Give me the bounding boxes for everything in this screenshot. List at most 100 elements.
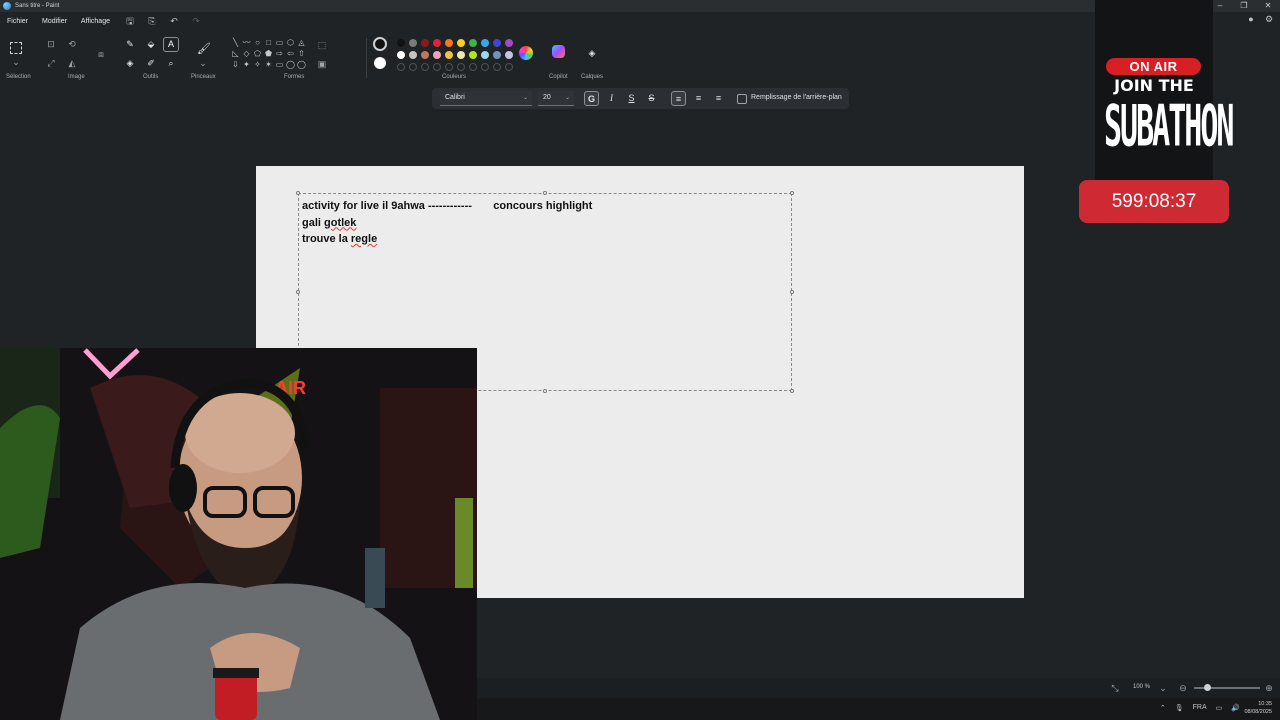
- resize-handle[interactable]: [296, 290, 300, 294]
- shape-option-icon[interactable]: ⇩: [230, 59, 241, 70]
- custom-color-slot[interactable]: [505, 63, 513, 71]
- color-swatch[interactable]: [505, 51, 513, 59]
- custom-color-slot[interactable]: [433, 63, 441, 71]
- settings-icon[interactable]: ⚙: [1264, 14, 1274, 26]
- flip-icon[interactable]: ◭: [66, 57, 78, 69]
- selection-dropdown-icon[interactable]: ⌄: [10, 56, 22, 68]
- layers-icon[interactable]: ◈: [586, 47, 598, 59]
- color-swatch[interactable]: [493, 39, 501, 47]
- chevron-down-icon[interactable]: ⌄: [1157, 682, 1169, 694]
- align-center-button[interactable]: ≡: [691, 91, 706, 106]
- shape-option-icon[interactable]: ⇨: [274, 48, 285, 59]
- zoom-level[interactable]: 100 %: [1133, 684, 1150, 690]
- eraser-icon[interactable]: ◈: [124, 57, 136, 69]
- color-swatch[interactable]: [445, 51, 453, 59]
- menu-fichier[interactable]: Fichier: [0, 18, 35, 25]
- color-swatch[interactable]: [481, 39, 489, 47]
- zoom-out-icon[interactable]: ⊖: [1177, 682, 1189, 694]
- undo-icon[interactable]: ↶: [168, 14, 180, 28]
- color-picker-icon[interactable]: ✐: [145, 57, 157, 69]
- resize-handle[interactable]: [543, 389, 547, 393]
- color-swatch[interactable]: [433, 39, 441, 47]
- bold-button[interactable]: G: [584, 91, 599, 106]
- resize-handle[interactable]: [790, 191, 794, 195]
- volume-icon[interactable]: 🔊: [1231, 704, 1240, 712]
- fit-to-window-icon[interactable]: ⤡: [1109, 682, 1121, 694]
- shape-option-icon[interactable]: ✧: [252, 59, 263, 70]
- align-left-button[interactable]: ≡: [671, 91, 686, 106]
- color-swatch[interactable]: [457, 39, 465, 47]
- custom-color-slot[interactable]: [445, 63, 453, 71]
- shape-option-icon[interactable]: ◯: [296, 59, 307, 70]
- text-tool-icon[interactable]: A: [163, 37, 179, 52]
- shape-option-icon[interactable]: ◺: [230, 48, 241, 59]
- shape-option-icon[interactable]: ◇: [241, 48, 252, 59]
- color-swatch[interactable]: [505, 39, 513, 47]
- save-icon[interactable]: 🖫: [124, 14, 136, 28]
- shape-option-icon[interactable]: ◯: [285, 59, 296, 70]
- edit-colors-icon[interactable]: [519, 46, 533, 60]
- close-icon[interactable]: ✕: [1256, 0, 1280, 12]
- chevron-up-icon[interactable]: ⌃: [1160, 704, 1166, 712]
- fill-icon[interactable]: ⬙: [145, 38, 157, 50]
- color-swatch[interactable]: [445, 39, 453, 47]
- account-icon[interactable]: ●: [1246, 14, 1256, 26]
- clock[interactable]: 10:35 08/08/2025: [1244, 700, 1272, 716]
- underline-button[interactable]: S: [624, 91, 639, 106]
- image-remove-bg-icon[interactable]: ⧈: [95, 48, 107, 60]
- menu-affichage[interactable]: Affichage: [74, 18, 117, 25]
- custom-color-slot[interactable]: [397, 63, 405, 71]
- custom-color-slot[interactable]: [409, 63, 417, 71]
- zoom-slider-thumb[interactable]: [1204, 684, 1211, 691]
- zoom-in-icon[interactable]: ⊕: [1263, 682, 1275, 694]
- language-indicator[interactable]: FRA: [1193, 704, 1207, 712]
- custom-color-slot[interactable]: [481, 63, 489, 71]
- custom-color-slot[interactable]: [469, 63, 477, 71]
- color-swatch[interactable]: [397, 39, 405, 47]
- copilot-icon[interactable]: [552, 45, 565, 58]
- shape-option-icon[interactable]: ✦: [241, 59, 252, 70]
- magnifier-icon[interactable]: ⌕: [165, 57, 177, 69]
- shape-option-icon[interactable]: ▭: [274, 37, 285, 48]
- custom-color-slot[interactable]: [457, 63, 465, 71]
- resize-handle[interactable]: [296, 191, 300, 195]
- color-swatch[interactable]: [421, 39, 429, 47]
- shape-option-icon[interactable]: ⬟: [263, 48, 274, 59]
- shape-option-icon[interactable]: ⬠: [252, 48, 263, 59]
- shape-option-icon[interactable]: ✶: [263, 59, 274, 70]
- color-swatch[interactable]: [469, 51, 477, 59]
- custom-color-slot[interactable]: [493, 63, 501, 71]
- resize-handle[interactable]: [790, 290, 794, 294]
- resize-icon[interactable]: ⤢: [45, 57, 57, 69]
- italic-button[interactable]: I: [604, 91, 619, 106]
- primary-color-swatch[interactable]: [373, 37, 387, 51]
- network-icon[interactable]: ▭: [1216, 704, 1223, 712]
- color-swatch[interactable]: [433, 51, 441, 59]
- align-right-button[interactable]: ≡: [711, 91, 726, 106]
- color-swatch[interactable]: [409, 51, 417, 59]
- strikethrough-button[interactable]: S: [644, 91, 659, 106]
- menu-modifier[interactable]: Modifier: [35, 18, 74, 25]
- custom-color-slot[interactable]: [421, 63, 429, 71]
- shape-option-icon[interactable]: ╲: [230, 37, 241, 48]
- color-swatch[interactable]: [397, 51, 405, 59]
- redo-icon[interactable]: ↷: [190, 14, 202, 28]
- shape-option-icon[interactable]: ⬡: [285, 37, 296, 48]
- brush-icon[interactable]: 🖌: [197, 43, 211, 55]
- mic-icon[interactable]: 🎙: [1175, 704, 1184, 712]
- shape-option-icon[interactable]: ○: [252, 37, 263, 48]
- rotate-icon[interactable]: ⟲: [66, 38, 78, 50]
- resize-handle[interactable]: [790, 389, 794, 393]
- color-swatch[interactable]: [409, 39, 417, 47]
- shape-option-icon[interactable]: ⇧: [296, 48, 307, 59]
- shape-option-icon[interactable]: 〰: [241, 37, 252, 48]
- shape-fill-icon[interactable]: ▣: [316, 58, 328, 70]
- background-fill-checkbox[interactable]: [737, 94, 747, 104]
- crop-icon[interactable]: ⊡: [45, 38, 57, 50]
- shape-option-icon[interactable]: ⇦: [285, 48, 296, 59]
- color-swatch[interactable]: [469, 39, 477, 47]
- text-content[interactable]: activity for live il 9ahwa ------------ …: [302, 198, 592, 248]
- shape-option-icon[interactable]: ▭: [274, 59, 285, 70]
- font-family-select[interactable]: Calibri ⌄: [440, 91, 532, 106]
- outline-icon[interactable]: ⬚: [316, 39, 328, 51]
